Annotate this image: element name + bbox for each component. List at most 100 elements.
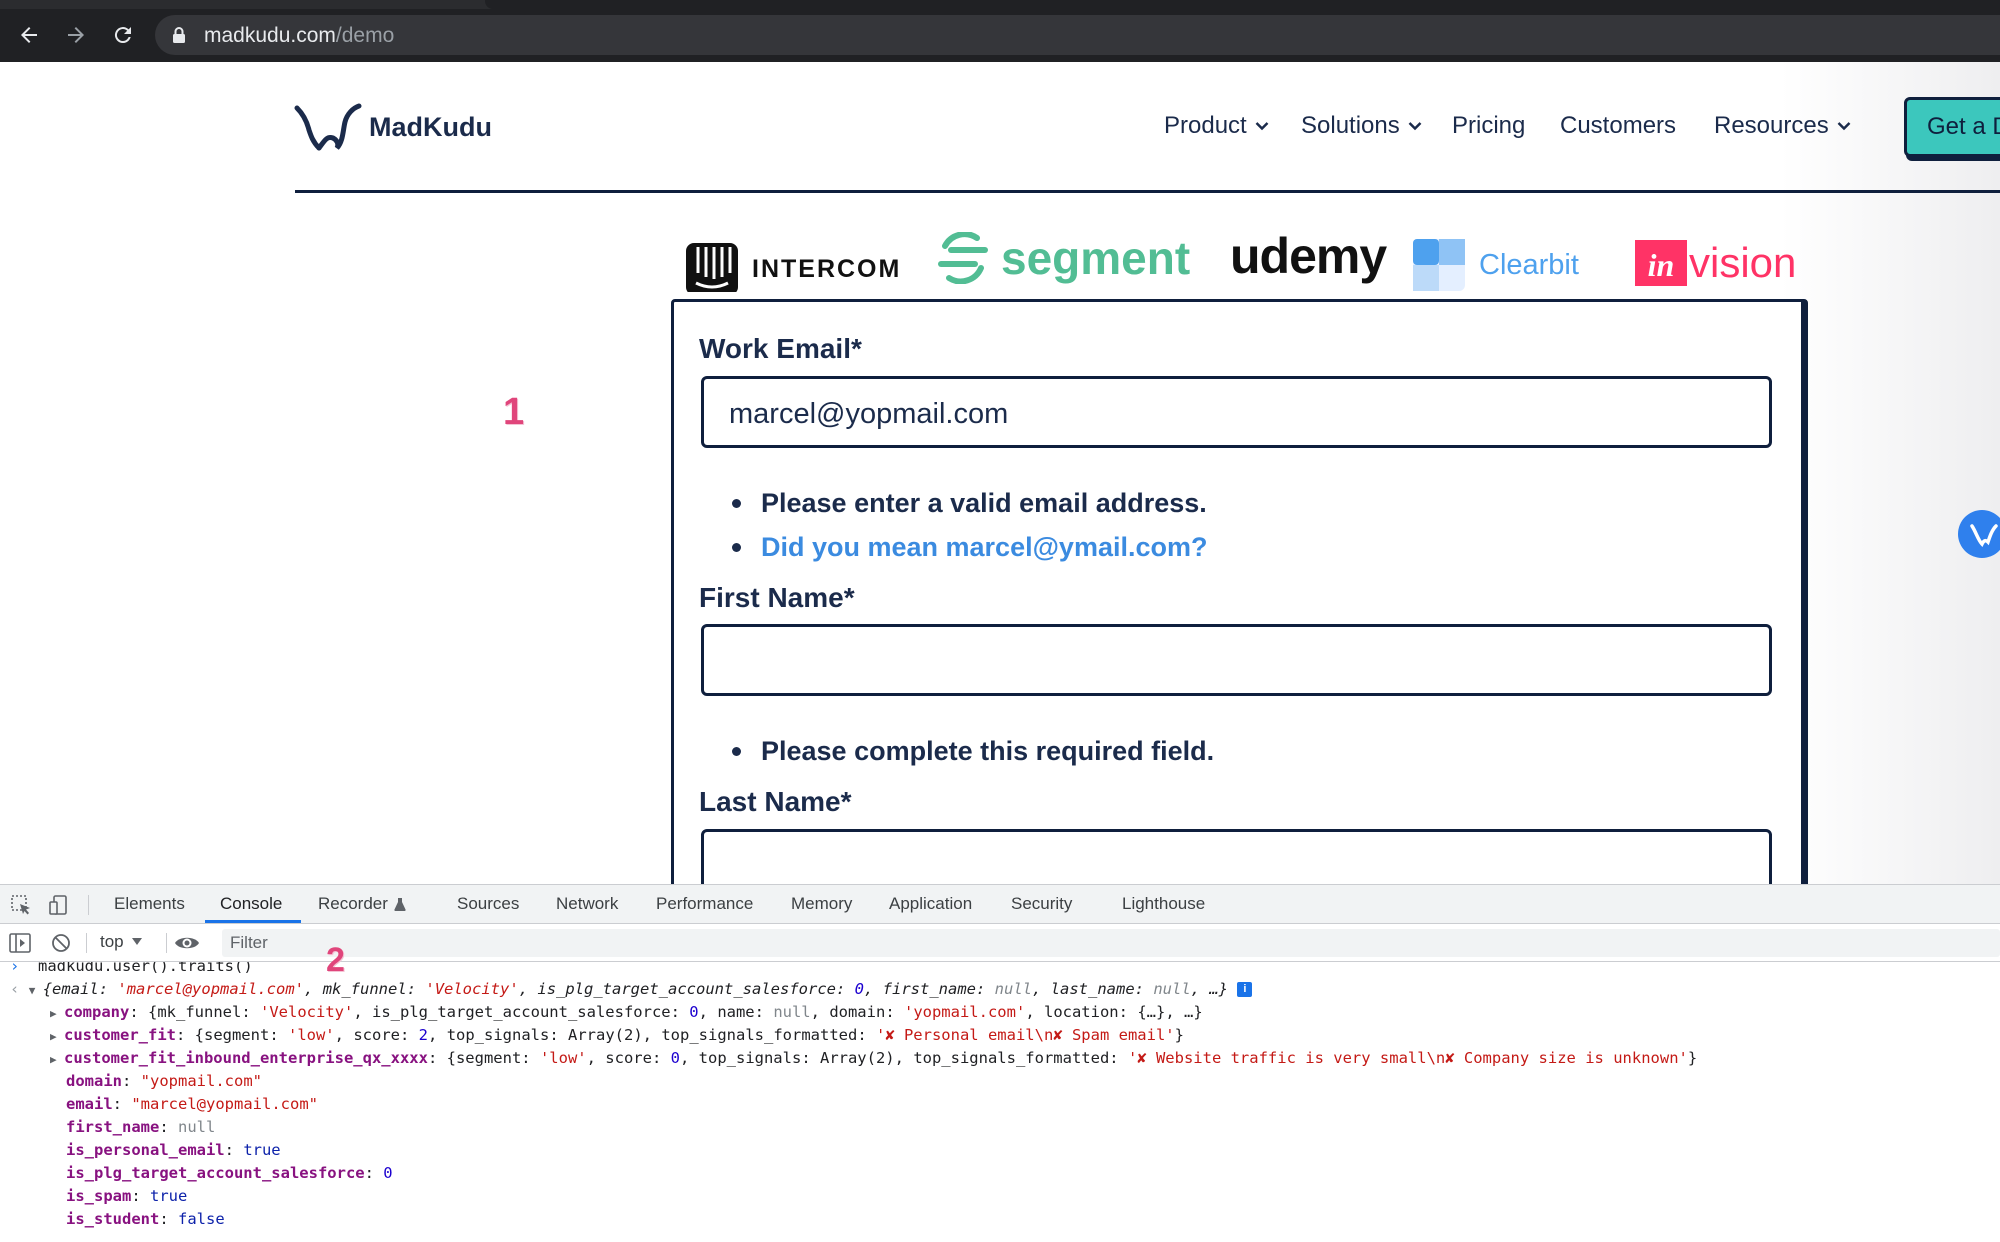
clearbit-icon	[1413, 239, 1465, 291]
address-bar[interactable]: madkudu.com/demo	[155, 15, 2000, 55]
console-customer-fit-row[interactable]: ▶ customer_fit: {segment: 'low', score: 2…	[50, 1024, 1184, 1047]
devtools-panel: Elements Console Recorder Sources Networ…	[0, 884, 2000, 1242]
invision-logo: in vision	[1635, 239, 1796, 287]
tab-elements[interactable]: Elements	[114, 894, 185, 914]
console-filter-input[interactable]: Filter	[222, 929, 2000, 957]
back-arrow-icon	[21, 27, 37, 43]
forward-arrow-icon	[68, 27, 84, 43]
forward-button[interactable]	[59, 18, 93, 52]
email-label: Work Email*	[699, 333, 862, 364]
chevron-down-icon	[1255, 122, 1269, 131]
back-button[interactable]	[12, 18, 46, 52]
console-prop-row: is_spam: true	[66, 1187, 188, 1205]
email-error: Please enter a valid email address.	[732, 488, 1207, 519]
nav-resources[interactable]: Resources	[1714, 112, 1851, 140]
nav-pricing[interactable]: Pricing	[1452, 112, 1525, 140]
nav-product-label: Product	[1164, 112, 1247, 139]
tab-strip	[0, 0, 2000, 9]
first-name-field[interactable]	[701, 624, 1772, 696]
tab-lighthouse[interactable]: Lighthouse	[1122, 894, 1205, 914]
lock-icon	[173, 27, 185, 43]
expand-triangle-icon[interactable]: ▶	[50, 1002, 64, 1025]
webpage: MadKudu Product Solutions Pricing Custom…	[0, 62, 2000, 884]
header-divider	[295, 190, 2000, 193]
caret-down-icon	[131, 938, 142, 945]
tab-security[interactable]: Security	[1011, 894, 1072, 914]
madkudu-chat-icon	[1970, 524, 1998, 547]
eye-icon[interactable]	[174, 934, 200, 952]
active-tab-indicator	[205, 920, 301, 923]
tab-sources[interactable]: Sources	[457, 894, 519, 914]
info-icon[interactable]: i	[1237, 982, 1253, 997]
nav-resources-label: Resources	[1714, 112, 1829, 139]
reload-icon	[114, 27, 131, 44]
console-prop-row: email: "marcel@yopmail.com"	[66, 1095, 318, 1113]
tab-memory[interactable]: Memory	[791, 894, 852, 914]
chat-bubble-button[interactable]	[1958, 510, 2000, 558]
filter-placeholder: Filter	[230, 933, 268, 952]
email-value: marcel@yopmail.com	[729, 398, 1009, 430]
console-command-line: › madkudu.user().traits()	[10, 962, 253, 978]
console-prop-row: is_personal_email: true	[66, 1141, 281, 1159]
tab-application[interactable]: Application	[889, 894, 972, 914]
tab-performance[interactable]: Performance	[656, 894, 753, 914]
segment-logo: segment	[937, 231, 1190, 285]
url-text: madkudu.com/demo	[204, 24, 394, 48]
customer-logos: INTERCOM segment udemy Clearbit in visio…	[0, 187, 2000, 292]
udemy-wordmark: udemy	[1230, 228, 1387, 284]
chevron-down-icon	[1837, 122, 1851, 131]
device-toolbar-icon[interactable]	[48, 894, 70, 916]
url-host: madkudu.com	[204, 24, 336, 47]
devtools-tabbar: Elements Console Recorder Sources Networ…	[0, 885, 2000, 924]
reload-button[interactable]	[106, 18, 140, 52]
tab-recorder[interactable]: Recorder	[318, 894, 406, 914]
email-field[interactable]: marcel@yopmail.com	[701, 376, 1772, 448]
main-nav: Product Solutions Pricing Customers Reso…	[0, 112, 2000, 152]
console-prop-row: domain: "yopmail.com"	[66, 1072, 262, 1090]
email-suggestion-text: Did you mean marcel@ymail.com?	[761, 532, 1208, 562]
invision-badge: in	[1635, 240, 1687, 286]
url-path: /demo	[335, 24, 395, 47]
inspect-element-icon[interactable]	[10, 894, 32, 916]
nav-solutions[interactable]: Solutions	[1301, 112, 1422, 140]
email-error-text: Please enter a valid email address.	[761, 488, 1207, 518]
console-company-row[interactable]: ▶ company: {mk_funnel: 'Velocity', is_plg…	[50, 1001, 1203, 1024]
first-name-label: First Name*	[699, 582, 855, 613]
console-prop-row: is_student: false	[66, 1210, 225, 1228]
nav-product[interactable]: Product	[1164, 112, 1269, 140]
browser-toolbar: madkudu.com/demo	[0, 0, 2000, 62]
flask-icon	[394, 898, 406, 911]
console-prop-row: first_name: null	[66, 1118, 216, 1136]
tab-console[interactable]: Console	[220, 894, 282, 914]
intercom-logo: INTERCOM	[686, 243, 901, 292]
expand-triangle-icon[interactable]: ▼	[29, 979, 43, 1002]
expand-triangle-icon[interactable]: ▶	[50, 1025, 64, 1048]
tab-network[interactable]: Network	[556, 894, 618, 914]
console-result-summary[interactable]: ‹ ▼ {email: 'marcel@yopmail.com', mk_funn…	[10, 978, 1253, 1002]
tab-recorder-label: Recorder	[318, 894, 388, 913]
clear-console-icon[interactable]	[51, 933, 71, 953]
context-selector[interactable]: top	[100, 932, 142, 952]
chevron-down-icon	[1408, 122, 1422, 131]
invision-wordmark: vision	[1689, 239, 1797, 286]
expand-triangle-icon[interactable]: ▶	[50, 1048, 64, 1071]
get-demo-button[interactable]: Get a Demo	[1904, 97, 2000, 157]
console-output: › madkudu.user().traits() ‹ ▼ {email: 'ma…	[0, 962, 2000, 1242]
last-name-label: Last Name*	[699, 786, 852, 817]
console-prop-row: is_plg_target_account_salesforce: 0	[66, 1164, 393, 1182]
nav-customers[interactable]: Customers	[1560, 112, 1676, 140]
last-name-field[interactable]	[701, 829, 1772, 884]
console-command: madkudu.user().traits()	[38, 962, 253, 975]
intercom-icon	[686, 243, 738, 292]
email-suggestion-link[interactable]: Did you mean marcel@ymail.com?	[732, 532, 1207, 563]
console-toolbar: top Filter	[0, 924, 2000, 962]
clearbit-logo: Clearbit	[1413, 239, 1579, 291]
console-customer-fit-inbound-row[interactable]: ▶ customer_fit_inbound_enterprise_qx_xxxx…	[50, 1047, 1697, 1070]
nav-customers-label: Customers	[1560, 112, 1677, 139]
intercom-wordmark: INTERCOM	[752, 254, 902, 283]
clearbit-wordmark: Clearbit	[1479, 248, 1579, 281]
get-demo-label: Get a Demo	[1927, 113, 2000, 140]
sidebar-toggle-icon[interactable]	[9, 933, 31, 953]
udemy-logo: udemy	[1230, 227, 1387, 285]
nav-solutions-label: Solutions	[1301, 112, 1400, 139]
